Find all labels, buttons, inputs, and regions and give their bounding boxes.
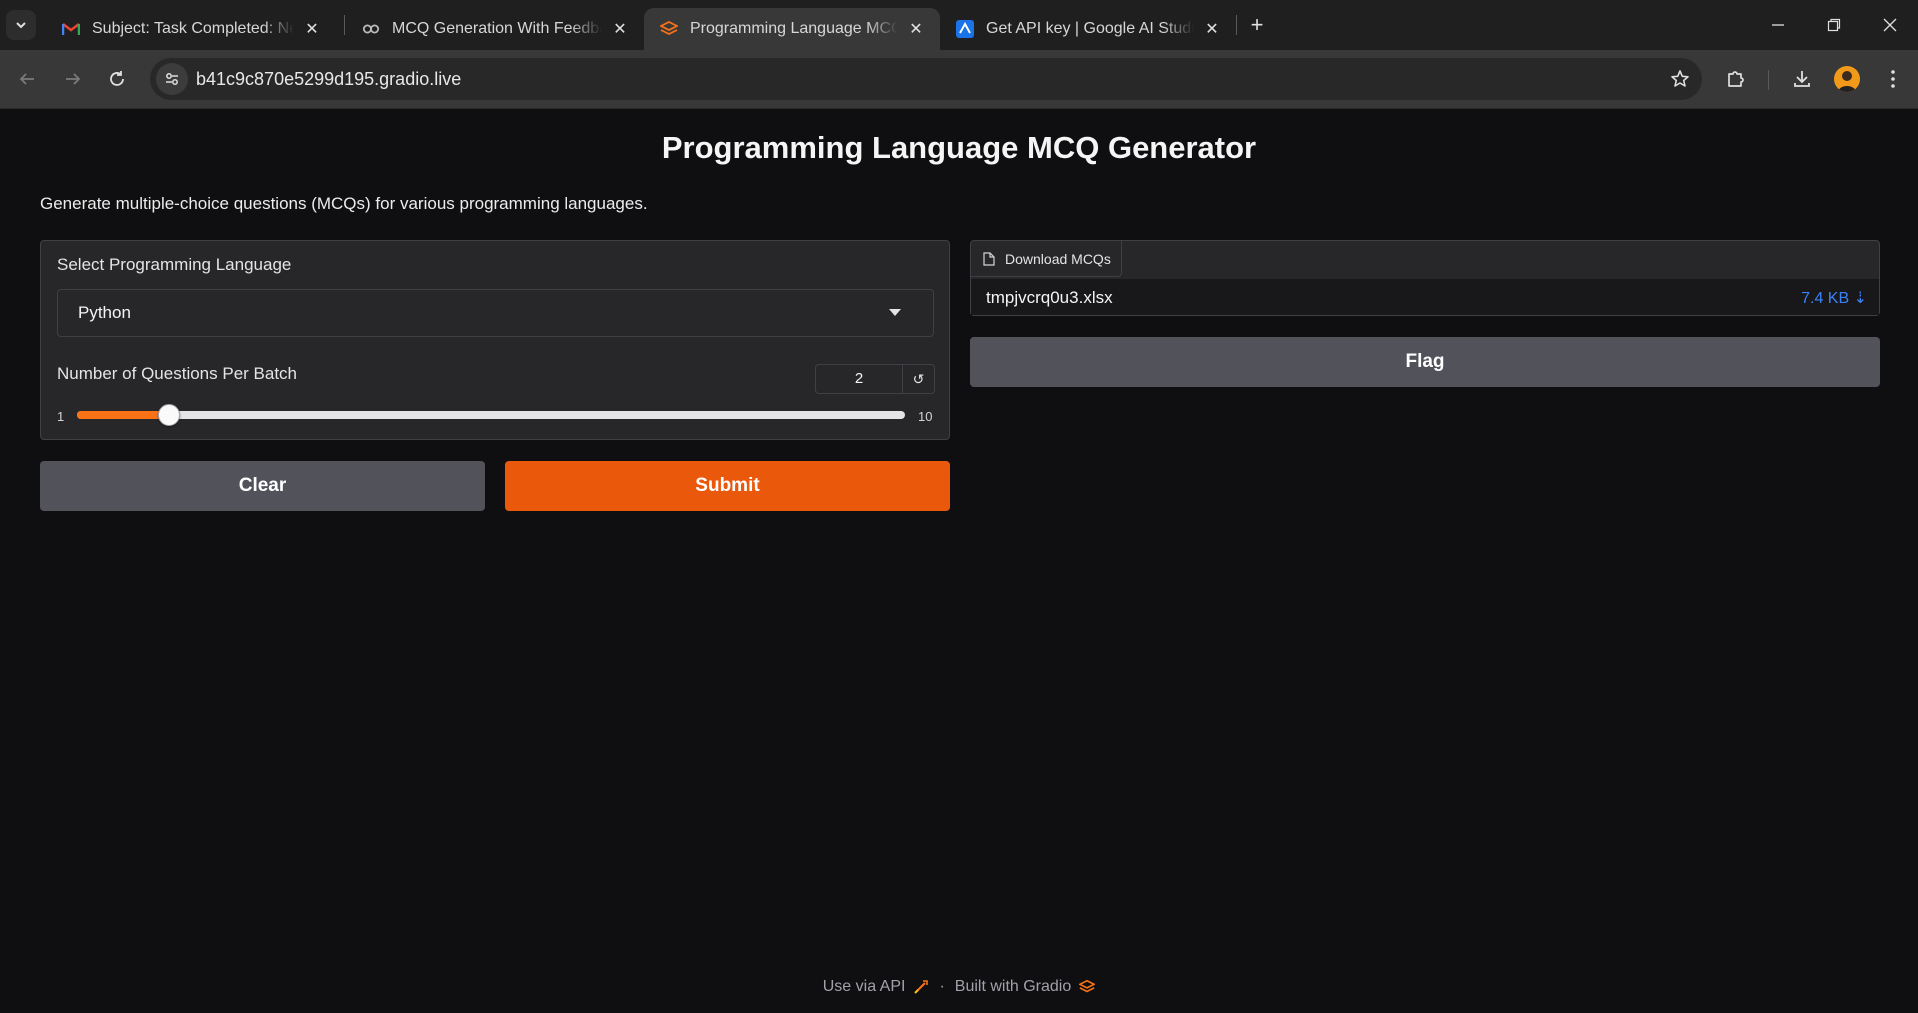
- star-icon: [1671, 70, 1689, 87]
- tab-divider: [1236, 15, 1237, 35]
- questions-value[interactable]: 2: [816, 365, 903, 393]
- browser-toolbar: b41c9c870e5299d195.gradio.live: [0, 50, 1918, 109]
- tab-colab[interactable]: MCQ Generation With Feedback ✕: [346, 8, 644, 50]
- browser-tab-strip: Subject: Task Completed: New L ✕ MCQ Gen…: [0, 0, 1918, 50]
- gradio-app: Programming Language MCQ Generator Gener…: [0, 110, 1918, 1013]
- arrow-right-icon: [66, 73, 81, 85]
- arrow-left-icon: [19, 73, 34, 85]
- minimize-icon: [1772, 24, 1784, 26]
- footer: Use via API · Built with Gradio: [0, 978, 1918, 996]
- flag-button[interactable]: Flag: [970, 337, 1880, 387]
- slider-fill: [77, 411, 169, 419]
- browser-menu-button[interactable]: [1878, 64, 1908, 94]
- close-tab-icon[interactable]: ✕: [610, 19, 630, 39]
- gradio-icon: [660, 20, 678, 38]
- ai-studio-icon: [956, 20, 974, 38]
- tab-title: Get API key | Google AI Studio: [986, 20, 1194, 37]
- clear-button[interactable]: Clear: [40, 461, 485, 511]
- puzzle-icon: [1728, 71, 1744, 87]
- tab-gmail[interactable]: Subject: Task Completed: New L ✕: [46, 8, 336, 50]
- slider-thumb[interactable]: [158, 404, 180, 426]
- toolbar-divider: [1768, 70, 1769, 90]
- restore-button[interactable]: [1806, 0, 1862, 50]
- download-label-text: Download MCQs: [1005, 250, 1111, 267]
- footer-separator: ·: [939, 978, 945, 995]
- reload-icon: [110, 71, 124, 86]
- minimize-button[interactable]: [1750, 0, 1806, 50]
- forward-button[interactable]: [58, 64, 88, 94]
- download-label: Download MCQs: [971, 241, 1122, 277]
- site-info-button[interactable]: [156, 63, 188, 95]
- reset-icon[interactable]: ↺: [903, 365, 934, 393]
- close-icon: [1883, 18, 1897, 32]
- tab-title: MCQ Generation With Feedback: [392, 20, 602, 37]
- tune-icon: [166, 73, 178, 85]
- built-with-gradio-link[interactable]: Built with Gradio: [955, 978, 1072, 996]
- download-icon: [1794, 71, 1810, 87]
- questions-number-input[interactable]: 2 ↺: [815, 364, 935, 394]
- submit-button[interactable]: Submit: [505, 461, 950, 511]
- restore-icon: [1827, 18, 1841, 32]
- more-vertical-icon: [1891, 70, 1895, 88]
- close-tab-icon[interactable]: ✕: [302, 19, 322, 39]
- close-tab-icon[interactable]: ✕: [1202, 19, 1222, 39]
- page-title: Programming Language MCQ Generator: [661, 130, 1257, 165]
- rocket-icon: [913, 979, 929, 995]
- avatar-icon: [1838, 71, 1856, 92]
- gradio-logo-icon: [1079, 979, 1096, 995]
- tab-divider: [344, 15, 345, 35]
- bookmark-button[interactable]: [1668, 67, 1692, 91]
- tab-title: Programming Language MCQ Generator: [690, 20, 898, 37]
- tab-search-button[interactable]: [6, 10, 36, 40]
- language-dropdown[interactable]: Python: [57, 289, 934, 337]
- file-icon: [983, 251, 995, 266]
- language-value: Python: [78, 303, 131, 322]
- extensions-button[interactable]: [1721, 64, 1751, 94]
- tab-ai-studio[interactable]: Get API key | Google AI Studio ✕: [940, 8, 1236, 50]
- back-button[interactable]: [12, 64, 42, 94]
- address-bar[interactable]: b41c9c870e5299d195.gradio.live: [150, 58, 1702, 100]
- reload-button[interactable]: [102, 64, 132, 94]
- download-file-panel: Download MCQs tmpjvcrq0u3.xlsx 7.4 KB ⇣: [970, 240, 1880, 316]
- new-tab-button[interactable]: +: [1242, 10, 1272, 40]
- plus-icon: +: [1250, 12, 1264, 37]
- close-window-button[interactable]: [1862, 0, 1918, 50]
- url-text[interactable]: b41c9c870e5299d195.gradio.live: [196, 69, 461, 90]
- questions-slider-track[interactable]: [77, 411, 905, 419]
- page-description: Generate multiple-choice questions (MCQs…: [40, 194, 648, 213]
- caret-down-icon: [889, 309, 901, 316]
- use-via-api-link[interactable]: Use via API: [823, 978, 906, 996]
- colab-icon: [362, 20, 380, 38]
- profile-avatar[interactable]: [1834, 66, 1860, 92]
- gmail-icon: [62, 20, 80, 38]
- tab-mcq-generator[interactable]: Programming Language MCQ Generator ✕: [644, 8, 940, 50]
- chevron-down-icon: [16, 22, 26, 29]
- tab-title: Subject: Task Completed: New L: [92, 20, 294, 37]
- slider-min-label: 1: [57, 409, 65, 424]
- file-name: tmpjvcrq0u3.xlsx: [986, 288, 1113, 307]
- language-label: Select Programming Language: [57, 255, 292, 274]
- slider-max-label: 10: [918, 409, 933, 424]
- file-download-link[interactable]: 7.4 KB ⇣: [1801, 288, 1867, 308]
- file-row[interactable]: tmpjvcrq0u3.xlsx 7.4 KB ⇣: [971, 279, 1879, 315]
- questions-label: Number of Questions Per Batch: [57, 364, 298, 383]
- downloads-button[interactable]: [1787, 64, 1817, 94]
- close-tab-icon[interactable]: ✕: [906, 19, 926, 39]
- input-panel: Select Programming Language Python Numbe…: [40, 240, 950, 440]
